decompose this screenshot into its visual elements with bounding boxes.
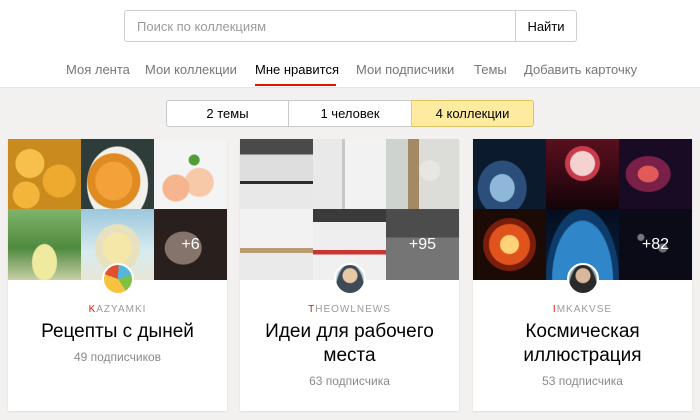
user-photo-icon	[567, 263, 599, 295]
photo-tile	[313, 139, 386, 209]
vegetables-logo-icon	[102, 263, 134, 295]
subscriber-count: 53 подписчика	[542, 374, 623, 388]
author-name[interactable]: IMKAKVSE	[473, 304, 692, 315]
nav-tabs: Моя лента Мои коллекции Мне нравится Мои…	[0, 62, 700, 88]
collection-card[interactable]: +82 IMKAKVSE Космическая иллюстрация 53 …	[473, 139, 692, 411]
search-input[interactable]	[125, 11, 516, 41]
photo-tile	[8, 209, 81, 280]
collection-mosaic: +6	[8, 139, 227, 280]
more-count: +95	[386, 209, 459, 280]
collection-card[interactable]: +95 THEOWLNEWS Идеи для рабочего места 6…	[240, 139, 459, 411]
search-field[interactable]	[124, 10, 516, 42]
tab-my-subscribers[interactable]: Мои подписчики	[356, 62, 454, 77]
tab-likes[interactable]: Мне нравится	[255, 62, 339, 77]
tab-topics[interactable]: Темы	[474, 62, 507, 77]
subscriber-count: 63 подписчика	[309, 374, 390, 388]
photo-tile	[546, 139, 619, 209]
header: Найти Моя лента Мои коллекции Мне нравит…	[0, 0, 700, 88]
photo-tile	[8, 139, 81, 209]
photo-tile	[81, 139, 154, 209]
collection-title[interactable]: Рецепты с дыней	[8, 320, 227, 344]
segment-collections[interactable]: 4 коллекции	[412, 100, 534, 127]
author-name-rest: MKAKVSE	[556, 304, 613, 315]
author-name[interactable]: THEOWLNEWS	[240, 304, 459, 315]
tab-add-card[interactable]: Добавить карточку	[524, 62, 637, 77]
tab-my-feed[interactable]: Моя лента	[66, 62, 130, 77]
photo-tile	[473, 139, 546, 209]
collection-title[interactable]: Идеи для рабочего места	[240, 320, 459, 368]
photo-tile	[386, 139, 459, 209]
segment-people[interactable]: 1 человек	[289, 100, 412, 127]
search-button[interactable]: Найти	[515, 10, 577, 42]
tab-my-collections[interactable]: Мои коллекции	[145, 62, 237, 77]
photo-tile	[240, 139, 313, 209]
collection-mosaic: +95	[240, 139, 459, 280]
user-photo-icon	[334, 263, 366, 295]
segment-topics[interactable]: 2 темы	[166, 100, 289, 127]
more-count: +82	[619, 209, 692, 280]
author-name-rest: HEOWLNEWS	[315, 304, 391, 315]
author-name-rest: AZYAMKI	[96, 304, 147, 315]
photo-tile	[619, 139, 692, 209]
collection-card[interactable]: +6 KAZYAMKI Рецепты с дыней 49 подписчик…	[8, 139, 227, 411]
photo-tile	[154, 139, 227, 209]
active-tab-indicator	[255, 84, 336, 86]
photo-tile	[473, 209, 546, 280]
photo-tile	[240, 209, 313, 280]
more-count: +6	[154, 209, 227, 280]
filter-segments: 2 темы 1 человек 4 коллекции	[166, 100, 534, 127]
subscriber-count: 49 подписчиков	[73, 350, 162, 364]
collection-title[interactable]: Космическая иллюстрация	[473, 320, 692, 368]
collection-mosaic: +82	[473, 139, 692, 280]
author-name[interactable]: KAZYAMKI	[8, 304, 227, 315]
